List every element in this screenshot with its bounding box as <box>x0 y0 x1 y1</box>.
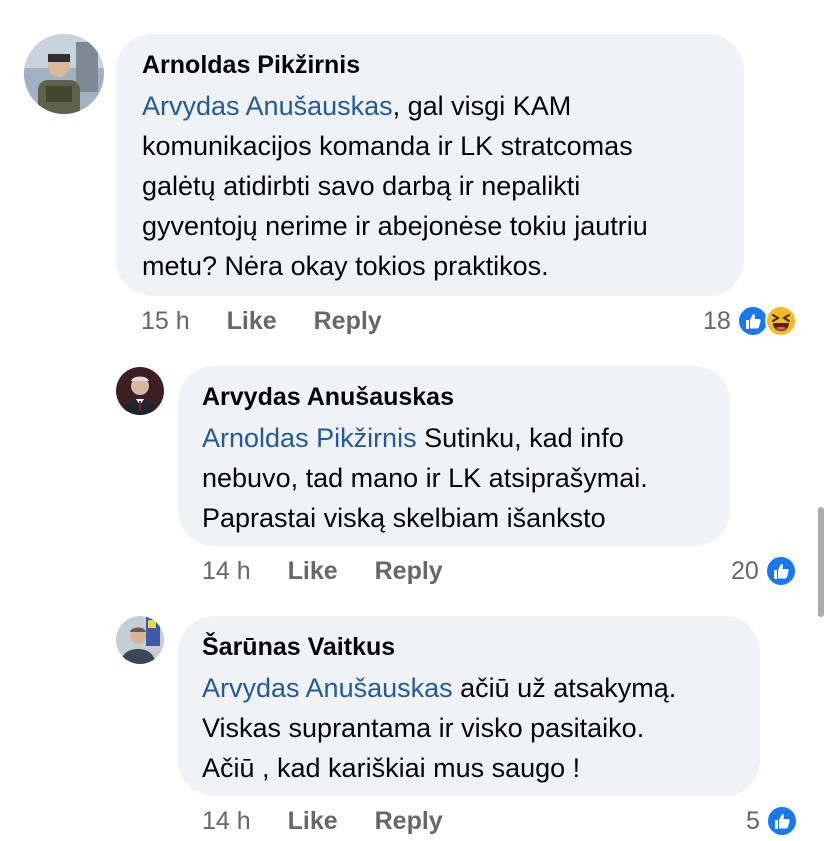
scrollbar-thumb[interactable] <box>818 507 824 617</box>
comment-text-line: nebuvo, tad mano ir LK atsiprašymai. <box>202 463 648 493</box>
reactions-summary[interactable]: 18 <box>703 303 797 339</box>
comment-text-line: komunikacijos komanda ir LK stratcomas <box>142 131 633 161</box>
comment-bubble: Arnoldas Pikžirnis Arvydas Anušauskas, g… <box>116 34 744 296</box>
timestamp[interactable]: 14 h <box>202 804 251 838</box>
reply-button[interactable]: Reply <box>375 804 443 838</box>
reply-button[interactable]: Reply <box>375 554 443 588</box>
comment-author[interactable]: Šarūnas Vaitkus <box>202 632 736 662</box>
like-button[interactable]: Like <box>288 554 338 588</box>
mention-link[interactable]: Arvydas Anušauskas <box>202 673 453 703</box>
cut-off-previous-text <box>330 0 390 6</box>
like-icon <box>764 555 797 587</box>
comment-text-line: Paprastai viską skelbiam išanksto <box>202 503 606 533</box>
comment-text-line: Sutinku, kad info <box>416 423 624 453</box>
like-icon <box>765 805 798 837</box>
timestamp[interactable]: 14 h <box>202 554 251 588</box>
avatar[interactable] <box>116 616 164 664</box>
comment-text-line: Viskas suprantama ir visko pasitaiko. <box>202 713 645 743</box>
reaction-count: 5 <box>746 806 760 835</box>
comment-actions: 14 h Like Reply <box>202 554 443 588</box>
avatar-photo-arnoldas <box>24 34 104 114</box>
comment-text-line: metu? Nėra okay tokios praktikos. <box>142 251 549 281</box>
reaction-count: 20 <box>731 556 759 585</box>
comment-text: Arnoldas Pikžirnis Sutinku, kad info neb… <box>202 418 706 538</box>
comment-text-line: galėtų atidirbti savo darbą ir nepalikti <box>142 171 581 201</box>
comment-text-line: ačiū už atsakymą. <box>452 673 677 703</box>
reaction-count: 18 <box>703 306 731 335</box>
like-button[interactable]: Like <box>227 304 277 338</box>
mention-link[interactable]: Arnoldas Pikžirnis <box>202 423 417 453</box>
comment-text-line: gyventojų nerime ir abejonėse tokiu jaut… <box>142 211 648 241</box>
avatar-photo-arvydas <box>116 367 164 415</box>
comment-author[interactable]: Arvydas Anušauskas <box>202 382 706 412</box>
comment-text-line: , gal visgi KAM <box>392 91 572 121</box>
like-button[interactable]: Like <box>288 804 338 838</box>
reactions-summary[interactable]: 20 <box>731 553 797 589</box>
reply-button[interactable]: Reply <box>314 304 382 338</box>
reactions-summary[interactable]: 5 <box>746 803 798 839</box>
haha-icon <box>764 305 797 337</box>
avatar[interactable] <box>116 367 164 415</box>
comment-author[interactable]: Arnoldas Pikžirnis <box>142 50 720 80</box>
avatar[interactable] <box>24 34 104 114</box>
comment-bubble: Arvydas Anušauskas Arnoldas Pikžirnis Su… <box>178 366 730 546</box>
timestamp[interactable]: 15 h <box>141 304 190 338</box>
mention-link[interactable]: Arvydas Anušauskas <box>142 91 393 121</box>
comment-text: Arvydas Anušauskas ačiū už atsakymą. Vis… <box>202 668 736 788</box>
avatar-photo-sarunas <box>116 616 164 664</box>
comment-actions: 14 h Like Reply <box>202 804 443 838</box>
comment-text-line: Ačiū , kad kariškiai mus saugo ! <box>202 753 581 783</box>
comment-text: Arvydas Anušauskas, gal visgi KAM komuni… <box>142 86 720 286</box>
comment-actions: 15 h Like Reply <box>141 304 382 338</box>
comment-bubble: Šarūnas Vaitkus Arvydas Anušauskas ačiū … <box>178 616 760 796</box>
